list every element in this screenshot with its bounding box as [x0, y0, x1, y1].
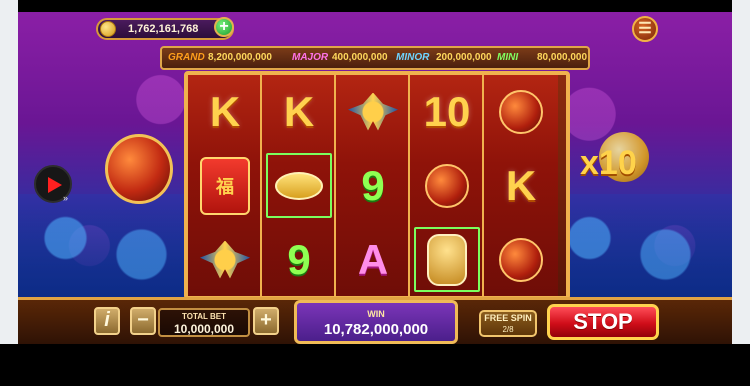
right-wave-decoration — [542, 194, 732, 304]
winning-highlight-box — [414, 227, 480, 292]
reel-3-symbol-1 — [336, 75, 410, 148]
red-envelope-icon: 福 — [200, 156, 250, 215]
add-coins-button[interactable]: + — [214, 17, 234, 37]
fu-symbol: 福 — [216, 176, 234, 197]
dragon-head-icon — [425, 163, 469, 208]
jackpot-grand-label: GRAND — [168, 52, 205, 63]
jackpot-mini: MINI 80,000,000 — [497, 51, 587, 67]
free-spin-label: FREE SPIN — [484, 313, 532, 323]
win-display: WIN 10,782,000,000 — [294, 300, 458, 344]
symbol-10: 10 — [423, 87, 471, 135]
symbol-9: 9 — [287, 235, 311, 283]
coin-balance: 1,762,161,768 — [128, 23, 199, 35]
reel-2-symbol-2 — [262, 149, 336, 222]
jackpot-mini-label: MINI — [497, 52, 519, 63]
increase-bet-button[interactable]: + — [253, 307, 279, 335]
jackpot-bar: GRAND 8,200,000,000 MAJOR 400,000,000 MI… — [160, 46, 590, 70]
winning-highlight-box — [266, 153, 332, 218]
symbol-k: K — [505, 161, 537, 209]
left-edge-strip — [0, 0, 18, 386]
jackpot-major-value: 400,000,000 — [332, 52, 388, 63]
dragon-head-icon — [499, 237, 543, 282]
reel-3-symbol-3: A — [336, 223, 410, 296]
total-bet-label: TOTAL BET — [182, 312, 226, 321]
jackpot-grand-value: 8,200,000,000 — [208, 52, 272, 63]
jackpot-minor-value: 200,000,000 — [436, 52, 492, 63]
jackpot-major: MAJOR 400,000,000 — [292, 51, 388, 67]
reel-4-symbol-1: 10 — [410, 75, 484, 148]
game-screen: 1,762,161,768 + ☰ GRAND 8,200,000,000 MA… — [0, 0, 750, 386]
reel-1: K 福 — [188, 75, 262, 296]
reel-1-symbol-1: K — [188, 75, 262, 148]
left-dragon-medallion — [105, 134, 173, 204]
phoenix-icon — [200, 240, 250, 279]
left-wave-decoration — [18, 194, 208, 304]
free-spin-count: 2/8 — [502, 325, 514, 334]
reel-2-symbol-3: 9 — [262, 223, 336, 296]
multiplier-value: x10 — [580, 144, 637, 182]
reel-1-symbol-3 — [188, 223, 262, 296]
symbol-9: 9 — [361, 161, 385, 209]
stop-button[interactable]: STOP — [547, 304, 659, 340]
free-spin-counter: FREE SPIN 2/8 — [479, 310, 537, 337]
reel-5-symbol-1 — [484, 75, 558, 148]
fast-forward-icon: » — [63, 193, 69, 203]
win-value: 10,782,000,000 — [323, 321, 429, 338]
reel-4-symbol-3 — [410, 223, 484, 296]
dragon-head-icon — [499, 89, 543, 134]
menu-button[interactable]: ☰ — [632, 16, 658, 42]
reel-1-symbol-2: 福 — [188, 149, 262, 222]
reel-4: 10 — [410, 75, 484, 296]
slot-reels-frame: K 福 K 9 9 A 10 K — [184, 71, 570, 300]
jackpot-grand: GRAND 8,200,000,000 — [168, 51, 272, 67]
reel-2: K 9 — [262, 75, 336, 296]
symbol-k: K — [209, 87, 241, 135]
right-edge-strip — [732, 0, 750, 386]
symbol-k: K — [283, 87, 315, 135]
phoenix-icon — [348, 92, 398, 131]
jackpot-major-label: MAJOR — [292, 52, 329, 63]
reel-5-symbol-2: K — [484, 149, 558, 222]
reel-2-symbol-1: K — [262, 75, 336, 148]
reel-4-symbol-2 — [410, 149, 484, 222]
info-button[interactable]: i — [94, 307, 120, 335]
win-label: WIN — [367, 309, 385, 319]
total-bet-display: TOTAL BET 10,000,000 — [158, 308, 250, 337]
top-black-bar — [0, 0, 750, 12]
reel-5: K — [484, 75, 558, 296]
reel-5-symbol-3 — [484, 223, 558, 296]
symbol-a: A — [357, 235, 389, 283]
bottom-black-bar — [0, 344, 750, 386]
total-bet-value: 10,000,000 — [173, 322, 235, 336]
coin-icon — [100, 21, 116, 37]
jackpot-minor: MINOR 200,000,000 — [396, 51, 492, 67]
decrease-bet-button[interactable]: − — [130, 307, 156, 335]
reel-3-symbol-2: 9 — [336, 149, 410, 222]
jackpot-minor-label: MINOR — [396, 52, 430, 63]
reel-3: 9 A — [336, 75, 410, 296]
multiplier-display: x10 — [580, 128, 670, 198]
jackpot-mini-value: 80,000,000 — [537, 52, 588, 63]
